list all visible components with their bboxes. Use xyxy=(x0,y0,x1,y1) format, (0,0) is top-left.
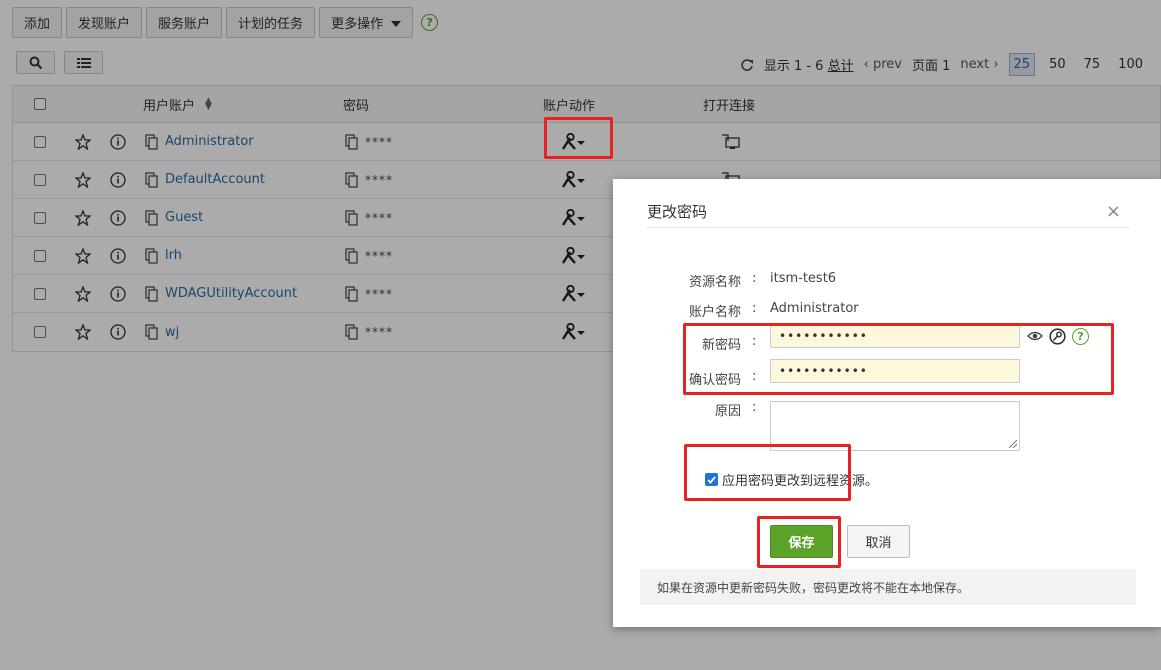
account-name-colon: : xyxy=(752,301,757,316)
dialog-footnote: 如果在资源中更新密码失败，密码更改将不能在本地保存。 xyxy=(640,569,1136,605)
resource-name-label: 资源名称 xyxy=(688,275,741,290)
account-name-label: 账户名称 xyxy=(688,305,741,320)
highlight-action-icon xyxy=(544,117,613,159)
change-password-dialog: 更改密码 × 资源名称 : itsm-test6 账户名称 : Administ… xyxy=(613,179,1161,627)
dialog-title: 更改密码 xyxy=(647,203,708,221)
cancel-button[interactable]: 取消 xyxy=(847,525,910,558)
dialog-divider xyxy=(647,227,1129,228)
resize-grip-icon[interactable] xyxy=(1009,440,1017,448)
account-name-value: Administrator xyxy=(770,301,859,316)
highlight-apply-checkbox xyxy=(684,444,851,501)
resource-name-value: itsm-test6 xyxy=(770,271,837,286)
highlight-password-fields xyxy=(683,323,1114,395)
reason-label: 原因 xyxy=(714,404,741,419)
resource-name-colon: : xyxy=(752,271,757,286)
reason-colon: : xyxy=(752,400,757,415)
close-icon[interactable]: × xyxy=(1106,201,1121,222)
highlight-save-button xyxy=(757,516,841,568)
